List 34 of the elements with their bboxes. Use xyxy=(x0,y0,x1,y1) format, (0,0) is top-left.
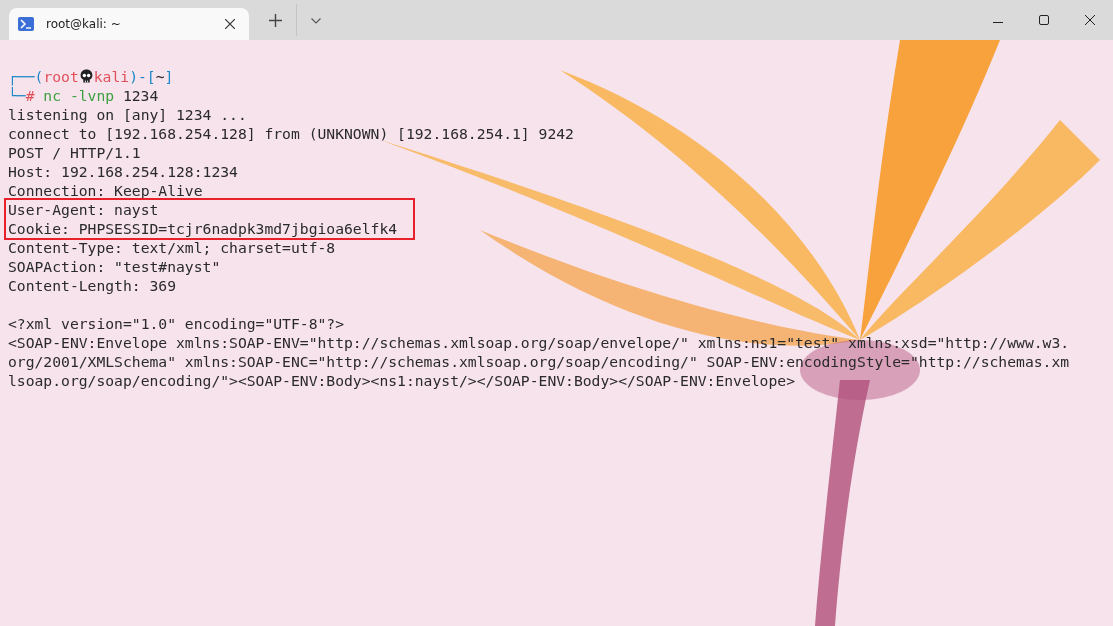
skull-icon xyxy=(79,69,93,84)
terminal-icon xyxy=(18,17,34,31)
prompt-frame: ] xyxy=(164,67,174,86)
terminal-line: lsoap.org/soap/encoding/"><SOAP-ENV:Body><ns1:nayst/></SOAP-ENV:Body></SOAP-ENV:Envelope> xyxy=(8,371,796,390)
terminal-line: Content-Length: 369 xyxy=(8,276,177,295)
terminal-line: Connection: Keep-Alive xyxy=(8,181,204,200)
terminal-line: User-Agent: nayst xyxy=(8,200,160,219)
terminal-line: <?xml version="1.0" encoding="UTF-8"?> xyxy=(8,314,346,333)
terminal-tab[interactable]: root@kali: ~ xyxy=(9,8,249,40)
prompt-text: kali xyxy=(93,67,130,86)
prompt-frame: └─ xyxy=(8,86,26,105)
terminal-line: org/2001/XMLSchema" xmlns:SOAP-ENC="http://schemas.xmlsoap.org/soap/encoding/" SOAP-ENV:encodingStyle="http://schemas.xm xyxy=(8,352,1071,371)
terminal-line: POST / HTTP/1.1 xyxy=(8,143,142,162)
terminal-line: Cookie: PHPSESSID=tcjr6nadpk3md7jbgioa6elfk4 xyxy=(8,219,399,238)
chevron-down-icon[interactable] xyxy=(311,18,321,24)
command-text: -lvnp xyxy=(69,86,115,105)
maximize-icon[interactable] xyxy=(1039,15,1049,25)
terminal-line: connect to [192.168.254.128] from (UNKNOWN) [192.168.254.1] 9242 xyxy=(8,124,575,143)
command-text: nc xyxy=(43,86,62,105)
close-icon[interactable] xyxy=(225,19,235,29)
terminal-line: listening on [any] 1234 ... xyxy=(8,105,248,124)
terminal-line: <SOAP-ENV:Envelope xmlns:SOAP-ENV="http://schemas.xmlsoap.org/soap/envelope/" xmlns:ns1="test" xmlns:xsd="http://www.w3. xyxy=(8,333,1071,352)
prompt-text: root xyxy=(43,67,79,86)
prompt-frame: )-[ xyxy=(129,67,156,86)
terminal-line: Content-Type: text/xml; charset=utf-8 xyxy=(8,238,337,257)
prompt-frame: ┌──( xyxy=(8,67,44,86)
prompt-text: ~ xyxy=(155,67,165,86)
command-text: 1234 xyxy=(122,86,159,105)
close-icon[interactable] xyxy=(1085,15,1095,25)
tab-title: root@kali: ~ xyxy=(46,17,122,31)
command-text: # xyxy=(25,86,35,105)
terminal-line: SOAPAction: "test#nayst" xyxy=(8,257,222,276)
terminal-line: Host: 192.168.254.128:1234 xyxy=(8,162,239,181)
plus-icon[interactable] xyxy=(269,14,282,27)
